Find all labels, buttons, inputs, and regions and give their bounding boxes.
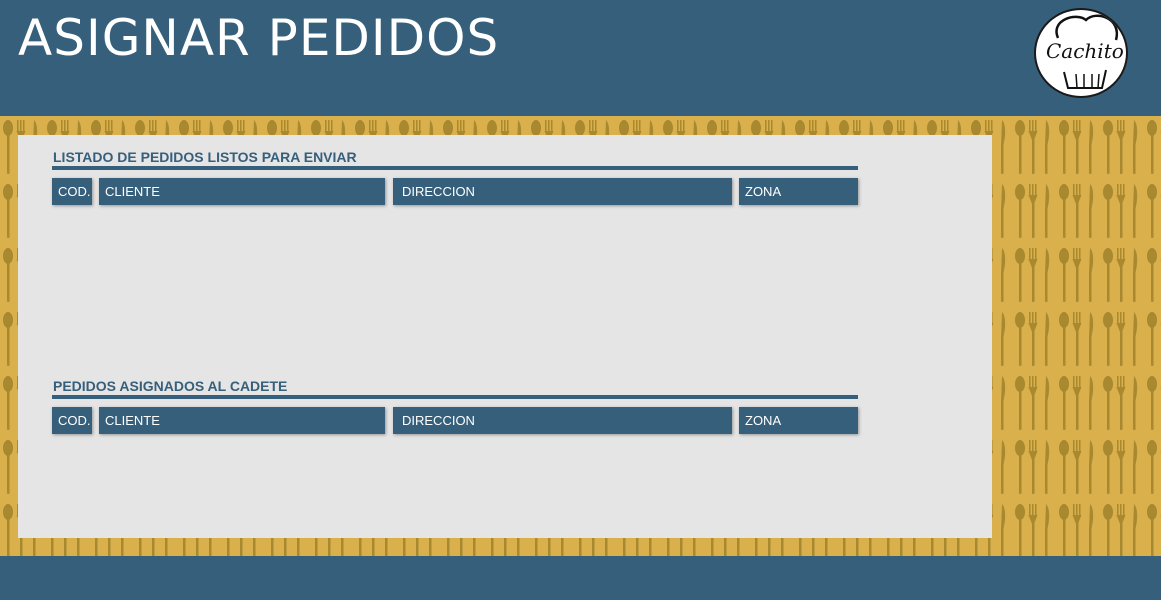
assigned-orders-title: PEDIDOS ASIGNADOS AL CADETE (53, 378, 288, 394)
ready-col-zona[interactable]: ZONA (739, 178, 858, 205)
ready-orders-divider (52, 166, 858, 170)
assigned-col-zona[interactable]: ZONA (739, 407, 858, 434)
header-bar: ASIGNAR PEDIDOS Cachito (0, 0, 1161, 116)
assigned-col-cod[interactable]: COD. (52, 407, 92, 434)
assigned-col-cliente[interactable]: CLIENTE (99, 407, 385, 434)
assigned-orders-table-body[interactable] (52, 437, 858, 532)
assigned-orders-divider (52, 395, 858, 399)
brand-logo: Cachito (1034, 8, 1128, 98)
assigned-col-direccion[interactable]: DIRECCION (393, 407, 732, 434)
logo-text: Cachito (1046, 39, 1124, 63)
ready-orders-title: LISTADO DE PEDIDOS LISTOS PARA ENVIAR (53, 149, 357, 165)
ready-col-cod[interactable]: COD. (52, 178, 92, 205)
page-title: ASIGNAR PEDIDOS (18, 9, 500, 67)
footer-bar (0, 556, 1161, 600)
ready-col-cliente[interactable]: CLIENTE (99, 178, 385, 205)
ready-col-direccion[interactable]: DIRECCION (393, 178, 732, 205)
ready-orders-table-body[interactable] (52, 208, 858, 368)
